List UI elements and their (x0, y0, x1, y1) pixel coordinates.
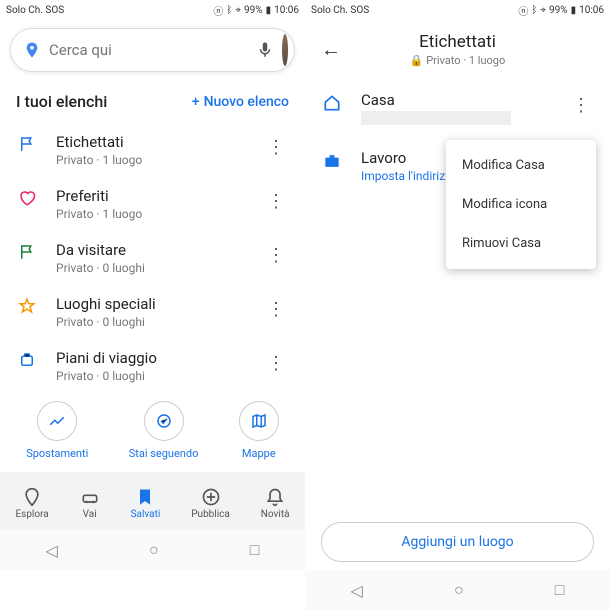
screen-saved: Solo Ch. SOS ⓝ ᛒ ⌖ 99% ▮ 10:06 I tuoi el… (0, 0, 305, 610)
home-icon[interactable]: ○ (454, 580, 464, 600)
more-icon[interactable]: ⋮ (263, 349, 289, 378)
more-icon[interactable]: ⋮ (568, 91, 594, 120)
page-title: Etichettati (357, 32, 558, 52)
list-want-to-go[interactable]: Da visitarePrivato · 0 luoghi ⋮ (0, 231, 305, 285)
time: 10:06 (274, 5, 299, 16)
list-labeled[interactable]: EtichettatiPrivato · 1 luogo ⋮ (0, 123, 305, 177)
status-bar: Solo Ch. SOS ⓝ ᛒ ⌖ 99% ▮ 10:06 (305, 0, 610, 20)
bottom-nav: Esplora Vai Salvati Pubblica Novità (0, 472, 305, 530)
bt-icon: ᛒ (531, 5, 537, 16)
status-right: ⓝ ᛒ ⌖ 99% ▮ 10:06 (518, 3, 604, 18)
avatar[interactable] (282, 34, 288, 66)
back-icon[interactable]: ◁ (46, 541, 58, 560)
more-icon[interactable]: ⋮ (263, 295, 289, 324)
add-place-button[interactable]: Aggiungi un luogo (321, 522, 594, 562)
search-input[interactable] (49, 41, 248, 59)
recent-icon[interactable]: □ (555, 580, 565, 600)
status-right: ⓝ ᛒ ⌖ 99% ▮ 10:06 (213, 3, 299, 18)
more-icon[interactable]: ⋮ (263, 187, 289, 216)
flag-outline-icon (16, 133, 38, 153)
location-icon: ⌖ (235, 5, 241, 16)
list-travel[interactable]: Piani di viaggioPrivato · 0 luoghi ⋮ (0, 339, 305, 393)
status-carrier: Solo Ch. SOS (311, 5, 369, 16)
menu-edit-icon[interactable]: Modifica icona (446, 185, 596, 224)
list-favorites[interactable]: PreferitiPrivato · 1 luogo ⋮ (0, 177, 305, 231)
nav-updates[interactable]: Novità (261, 487, 290, 520)
home-icon (321, 91, 343, 113)
menu-edit-home[interactable]: Modifica Casa (446, 146, 596, 185)
bt-icon: ᛒ (226, 5, 232, 16)
nav-contribute[interactable]: Pubblica (191, 487, 230, 520)
suitcase-icon (16, 349, 38, 369)
header: ← Etichettati 🔒 Privato · 1 luogo (305, 20, 610, 79)
chip-maps[interactable]: Mappe (239, 401, 279, 460)
new-list-button[interactable]: + Nuovo elenco (192, 94, 289, 110)
list-starred[interactable]: Luoghi specialiPrivato · 0 luoghi ⋮ (0, 285, 305, 339)
battery-text: 99% (549, 5, 568, 16)
briefcase-icon (321, 149, 343, 171)
menu-remove-home[interactable]: Rimuovi Casa (446, 224, 596, 263)
labeled-home[interactable]: Casa ⋮ (305, 79, 610, 137)
time: 10:06 (579, 5, 604, 16)
battery-icon: ▮ (266, 5, 272, 16)
battery-text: 99% (244, 5, 263, 16)
nav-explore[interactable]: Esplora (15, 487, 48, 520)
chip-following[interactable]: Stai seguendo (129, 401, 199, 460)
context-menu: Modifica Casa Modifica icona Rimuovi Cas… (446, 140, 596, 269)
section-header: I tuoi elenchi + Nuovo elenco (0, 80, 305, 123)
mic-icon[interactable] (256, 41, 274, 59)
nav-go[interactable]: Vai (80, 487, 100, 520)
nav-saved[interactable]: Salvati (131, 487, 161, 520)
more-icon[interactable]: ⋮ (263, 241, 289, 270)
back-icon[interactable]: ◁ (351, 581, 363, 600)
screen-labeled: Solo Ch. SOS ⓝ ᛒ ⌖ 99% ▮ 10:06 ← Etichet… (305, 0, 610, 610)
system-nav: ◁ ○ □ (305, 570, 610, 610)
section-title: I tuoi elenchi (16, 92, 107, 111)
chip-timeline[interactable]: Spostamenti (26, 401, 88, 460)
flag-icon (16, 241, 38, 261)
system-nav: ◁ ○ □ (0, 530, 305, 570)
home-icon[interactable]: ○ (149, 540, 159, 560)
battery-icon: ▮ (571, 5, 577, 16)
status-carrier: Solo Ch. SOS (6, 5, 64, 16)
location-icon: ⌖ (540, 5, 546, 16)
maps-pin-icon (23, 41, 41, 59)
address-redacted (361, 111, 511, 125)
recent-icon[interactable]: □ (250, 540, 260, 560)
more-icon[interactable]: ⋮ (263, 133, 289, 162)
page-subtitle: 🔒 Privato · 1 luogo (357, 54, 558, 67)
search-bar[interactable] (10, 28, 295, 72)
status-bar: Solo Ch. SOS ⓝ ᛒ ⌖ 99% ▮ 10:06 (0, 0, 305, 20)
back-arrow-icon[interactable]: ← (321, 37, 341, 62)
nfc-icon: ⓝ (518, 3, 528, 18)
chip-row: Spostamenti Stai seguendo Mappe (0, 393, 305, 472)
star-icon (16, 295, 38, 315)
heart-icon (16, 187, 38, 207)
nfc-icon: ⓝ (213, 3, 223, 18)
